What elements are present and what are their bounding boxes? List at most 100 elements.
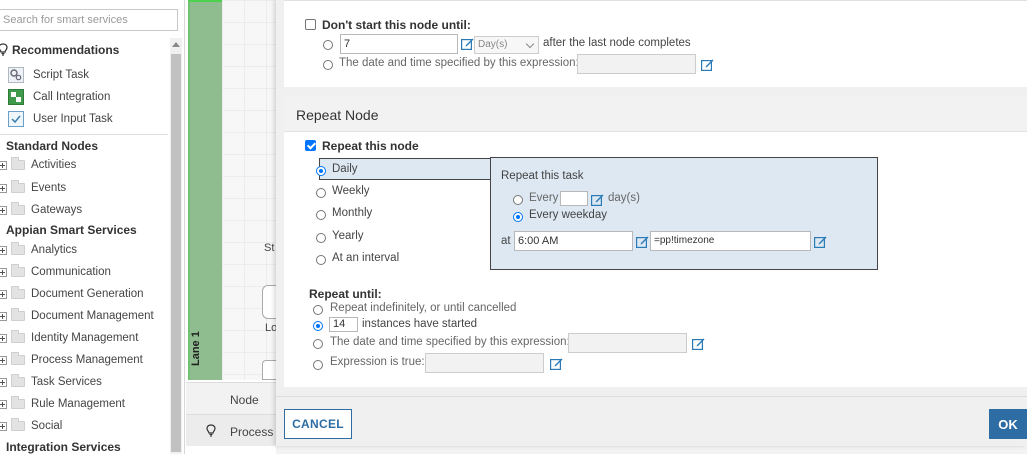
palette-folder-activities[interactable]: Activities xyxy=(0,155,170,175)
palette-folder-gateways[interactable]: Gateways xyxy=(0,200,170,220)
folder-icon xyxy=(11,264,25,277)
palette-item-user-input-task[interactable]: User Input Task xyxy=(0,109,170,129)
expand-icon[interactable] xyxy=(0,289,7,299)
edit-expression-icon[interactable] xyxy=(701,58,714,71)
timezone-input[interactable]: =pp!timezone xyxy=(650,231,811,251)
expand-icon[interactable] xyxy=(0,421,7,431)
folder-label: Identity Management xyxy=(31,332,139,344)
script-task-icon xyxy=(8,67,24,83)
dont-start-checkbox[interactable] xyxy=(305,19,316,30)
expand-icon[interactable] xyxy=(0,245,7,255)
search-input[interactable] xyxy=(0,9,178,31)
palette-folder-document-generation[interactable]: Document Generation xyxy=(0,284,170,304)
ok-button[interactable]: OK xyxy=(989,409,1027,439)
repeat-node-checkbox[interactable] xyxy=(305,140,316,151)
repeat-time-input[interactable]: 6:00 AM xyxy=(514,231,633,251)
expression-true-input[interactable] xyxy=(425,353,544,373)
every-n-days-input[interactable] xyxy=(560,191,588,206)
edit-expression-icon[interactable] xyxy=(814,235,827,248)
repeat-task-title: Repeat this task xyxy=(501,170,584,182)
edit-expression-icon[interactable] xyxy=(636,235,649,248)
expand-icon[interactable] xyxy=(0,355,7,365)
palette-folder-social[interactable]: Social xyxy=(0,416,170,436)
repeat-until-date-input[interactable] xyxy=(568,333,687,353)
tab-process-model[interactable]: Process M xyxy=(186,414,276,446)
folder-icon xyxy=(11,396,25,409)
repeat-instances-radio[interactable] xyxy=(313,321,323,331)
expand-icon[interactable] xyxy=(0,160,7,170)
canvas-node-shape[interactable] xyxy=(262,360,276,380)
frequency-interval-radio[interactable] xyxy=(316,255,326,265)
appian-smart-services-header[interactable]: Appian Smart Services xyxy=(0,223,137,237)
lightbulb-icon xyxy=(0,43,8,56)
edit-expression-icon[interactable] xyxy=(591,193,604,206)
repeat-until-date-radio[interactable] xyxy=(313,339,323,349)
edit-expression-icon[interactable] xyxy=(461,37,474,50)
tab-node[interactable]: Node xyxy=(186,382,276,414)
palette-folder-rule-management[interactable]: Rule Management xyxy=(0,394,170,414)
frequency-weekly-radio[interactable] xyxy=(316,188,326,198)
folder-label: Task Services xyxy=(31,376,102,388)
standard-nodes-header[interactable]: Standard Nodes xyxy=(0,139,98,153)
expand-icon[interactable] xyxy=(0,183,7,193)
palette-folder-events[interactable]: Events xyxy=(0,178,170,198)
folder-icon xyxy=(11,418,25,431)
integration-services-title: Integration Services xyxy=(6,440,121,454)
palette-folder-process-management[interactable]: Process Management xyxy=(0,350,170,370)
palette-item-call-integration[interactable]: Call Integration xyxy=(0,87,170,107)
folder-icon xyxy=(11,352,25,365)
expand-icon[interactable] xyxy=(0,311,7,321)
instances-input[interactable]: 14 xyxy=(329,317,358,332)
palette-divider xyxy=(0,134,168,135)
cancel-button[interactable]: CANCEL xyxy=(284,409,352,439)
edit-expression-icon[interactable] xyxy=(550,357,563,370)
scroll-up-arrow-icon[interactable] xyxy=(172,42,180,47)
expression-true-radio[interactable] xyxy=(313,360,323,370)
dialog-footer: CANCEL OK xyxy=(276,396,1027,446)
palette-folder-task-services[interactable]: Task Services xyxy=(0,372,170,392)
expand-icon[interactable] xyxy=(0,377,7,387)
canvas-node-shape[interactable] xyxy=(262,285,276,319)
palette-folder-communication[interactable]: Communication xyxy=(0,262,170,282)
frequency-monthly-label: Monthly xyxy=(332,207,373,219)
swimlane[interactable] xyxy=(188,0,222,380)
frequency-daily-radio[interactable] xyxy=(316,166,326,176)
palette-folder-identity-management[interactable]: Identity Management xyxy=(0,328,170,348)
folder-label: Communication xyxy=(31,266,111,278)
expand-icon[interactable] xyxy=(0,205,7,215)
expression-date-input[interactable] xyxy=(577,54,696,74)
smart-services-palette: Recommendations Script Task Call Integra… xyxy=(0,0,185,454)
frequency-yearly-radio[interactable] xyxy=(316,233,326,243)
delay-unit-value: Day(s) xyxy=(478,39,508,50)
expand-icon[interactable] xyxy=(0,333,7,343)
repeat-indefinitely-radio[interactable] xyxy=(313,305,323,315)
at-label: at xyxy=(501,235,511,247)
scrollbar-thumb[interactable] xyxy=(171,54,181,452)
palette-item-script-task[interactable]: Script Task xyxy=(0,65,170,85)
edit-expression-icon[interactable] xyxy=(692,337,705,350)
every-weekday-label: Every weekday xyxy=(529,209,607,221)
delay-unit-select[interactable]: Day(s) xyxy=(474,36,539,54)
tree-line-icon xyxy=(0,224,4,234)
status-strip xyxy=(276,446,1027,454)
palette-folder-document-management[interactable]: Document Management xyxy=(0,306,170,326)
folder-icon xyxy=(11,157,25,170)
recommendations-header[interactable]: Recommendations xyxy=(0,43,119,57)
expand-icon[interactable] xyxy=(0,399,7,409)
repeat-indefinitely-label: Repeat indefinitely, or until cancelled xyxy=(330,302,517,314)
every-weekday-radio[interactable] xyxy=(513,212,523,222)
expression-date-radio[interactable] xyxy=(323,60,333,70)
folder-label: Activities xyxy=(31,159,77,171)
delay-value-input[interactable]: 7 xyxy=(340,34,458,54)
palette-folder-analytics[interactable]: Analytics xyxy=(0,240,170,260)
frequency-daily-label: Daily xyxy=(332,163,358,175)
palette-scrollbar[interactable] xyxy=(170,38,182,454)
repeat-until-date-label: The date and time specified by this expr… xyxy=(330,336,570,348)
frequency-monthly-radio[interactable] xyxy=(316,210,326,220)
delay-radio[interactable] xyxy=(323,40,333,50)
folder-label: Rule Management xyxy=(31,398,125,410)
integration-services-header[interactable]: Integration Services xyxy=(0,440,121,454)
every-n-days-radio[interactable] xyxy=(513,195,523,205)
after-last-node-text: after the last node completes xyxy=(543,37,691,49)
expand-icon[interactable] xyxy=(0,267,7,277)
